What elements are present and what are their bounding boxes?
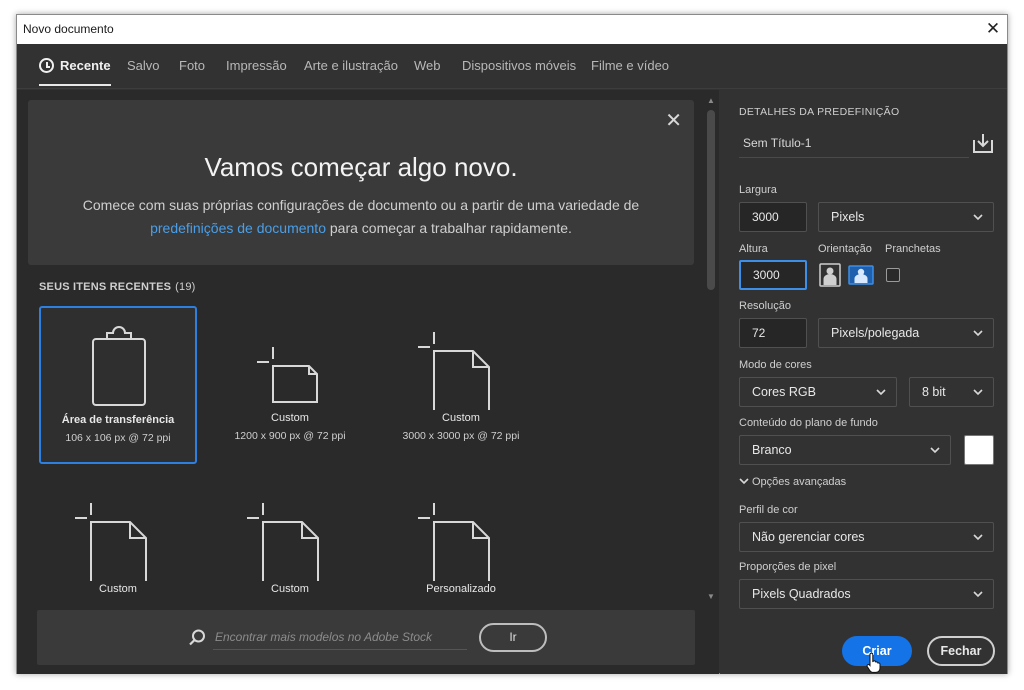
orientation-label: Orientação — [818, 243, 872, 255]
document-icon — [247, 503, 319, 581]
color-profile-select[interactable]: Não gerenciar cores — [739, 522, 994, 552]
tab-dispositivos-moveis[interactable]: Dispositivos móveis — [462, 44, 576, 88]
width-label: Largura — [739, 184, 777, 196]
presets-link[interactable]: predefinições de documento — [150, 220, 326, 236]
dismiss-welcome-button[interactable]: ✕ — [665, 108, 682, 133]
resolution-label: Resolução — [739, 300, 791, 312]
chevron-down-icon — [973, 591, 983, 598]
color-profile-label: Perfil de cor — [739, 504, 798, 516]
chevron-down-icon — [973, 330, 983, 337]
preset-tabs: Recente Salvo Foto Impressão Arte e ilus… — [17, 44, 1007, 89]
portrait-orientation-icon[interactable] — [819, 263, 841, 287]
artboards-label: Pranchetas — [885, 243, 941, 255]
recent-item-clipboard[interactable]: Área de transferência 106 x 106 px @ 72 … — [39, 306, 197, 464]
tab-arte-e-ilustracao[interactable]: Arte e ilustração — [304, 44, 398, 88]
chevron-down-icon — [739, 478, 749, 485]
preset-details-panel: DETALHES DA PREDEFINIÇÃO Sem Título-1 La… — [720, 90, 1007, 674]
recent-items-heading: SEUS ITENS RECENTES (19) — [39, 281, 196, 293]
search-icon — [189, 629, 205, 646]
recent-count: (19) — [175, 281, 196, 293]
stock-search-input[interactable] — [213, 624, 467, 650]
background-value: Branco — [752, 443, 792, 457]
chevron-down-icon — [973, 214, 983, 221]
scroll-down-icon[interactable]: ▼ — [706, 592, 716, 602]
item-dims: 106 x 106 px @ 72 ppi — [65, 432, 171, 444]
clock-icon — [39, 58, 54, 73]
welcome-text: Comece com suas próprias configurações d… — [68, 194, 654, 240]
tab-label: Recente — [60, 58, 111, 73]
document-icon — [75, 503, 147, 581]
bit-depth-select[interactable]: 8 bit — [909, 377, 994, 407]
color-mode-value: Cores RGB — [752, 385, 816, 399]
pixel-aspect-label: Proporções de pixel — [739, 561, 837, 573]
recent-item-custom[interactable]: Custom 3000 x 3000 px @ 72 ppi — [382, 306, 540, 464]
resolution-unit-value: Pixels/polegada — [831, 326, 920, 340]
close-button[interactable]: Fechar — [927, 636, 995, 666]
welcome-banner: ✕ Vamos começar algo novo. Comece com su… — [28, 100, 694, 265]
color-profile-value: Não gerenciar cores — [752, 530, 865, 544]
background-select[interactable]: Branco — [739, 435, 951, 465]
chevron-down-icon — [876, 389, 886, 396]
color-mode-label: Modo de cores — [739, 359, 812, 371]
color-mode-select[interactable]: Cores RGB — [739, 377, 897, 407]
pixel-aspect-select[interactable]: Pixels Quadrados — [739, 579, 994, 609]
tab-salvo[interactable]: Salvo — [127, 44, 160, 88]
document-landscape-icon — [257, 347, 318, 403]
item-name: Custom — [442, 412, 480, 424]
chevron-down-icon — [930, 447, 940, 454]
hand-cursor-icon — [866, 653, 881, 673]
window-close-button[interactable]: ✕ — [981, 15, 1005, 43]
recent-panel: ✕ Vamos começar algo novo. Comece com su… — [17, 90, 719, 674]
recent-item-custom[interactable]: Custom 1200 x 900 px @ 72 ppi — [211, 306, 369, 464]
item-name: Custom — [271, 583, 309, 595]
welcome-text-before: Comece com suas próprias configurações d… — [82, 197, 640, 213]
document-icon — [418, 332, 490, 410]
title-bar: Novo documento ✕ — [17, 15, 1007, 44]
chevron-down-icon — [973, 389, 983, 396]
item-name: Personalizado — [426, 583, 496, 595]
width-unit-select[interactable]: Pixels — [818, 202, 994, 232]
item-name: Custom — [99, 583, 137, 595]
item-dims: 1200 x 900 px @ 72 ppi — [234, 430, 346, 442]
width-unit-value: Pixels — [831, 210, 865, 224]
tab-impressao[interactable]: Impressão — [226, 44, 287, 88]
background-color-swatch[interactable] — [964, 435, 994, 465]
tab-web[interactable]: Web — [414, 44, 441, 88]
preset-details-heading: DETALHES DA PREDEFINIÇÃO — [739, 106, 900, 118]
document-name-field[interactable]: Sem Título-1 — [739, 128, 969, 158]
advanced-options-label: Opções avançadas — [752, 476, 847, 488]
recent-heading-label: SEUS ITENS RECENTES — [39, 281, 172, 293]
document-icon — [418, 503, 490, 581]
item-dims: 3000 x 3000 px @ 72 ppi — [402, 430, 520, 442]
tab-recente[interactable]: Recente — [39, 44, 111, 88]
clipboard-icon — [92, 326, 146, 406]
landscape-orientation-icon[interactable] — [848, 263, 874, 287]
tab-foto[interactable]: Foto — [179, 44, 205, 88]
scrollbar-thumb[interactable] — [707, 110, 715, 290]
item-name: Custom — [271, 412, 309, 424]
background-label: Conteúdo do plano de fundo — [739, 417, 878, 429]
new-document-dialog: Novo documento ✕ Recente Salvo Foto Impr… — [16, 14, 1008, 674]
save-preset-icon[interactable] — [972, 132, 994, 154]
resolution-unit-select[interactable]: Pixels/polegada — [818, 318, 994, 348]
stock-search-bar: Ir — [37, 610, 695, 665]
height-label: Altura — [739, 243, 768, 255]
scroll-up-icon[interactable]: ▲ — [706, 96, 716, 106]
artboards-checkbox[interactable] — [886, 268, 900, 282]
width-input[interactable]: 3000 — [739, 202, 807, 232]
recent-scrollbar[interactable]: ▲ ▼ — [704, 94, 718, 604]
tab-filme-e-video[interactable]: Filme e vídeo — [591, 44, 669, 88]
welcome-heading: Vamos começar algo novo. — [204, 152, 518, 182]
welcome-text-after: para começar a trabalhar rapidamente. — [325, 220, 572, 236]
pixel-aspect-value: Pixels Quadrados — [752, 587, 851, 601]
height-input[interactable]: 3000 — [739, 260, 807, 290]
advanced-options-toggle[interactable]: Opções avançadas — [739, 476, 846, 488]
window-title: Novo documento — [23, 22, 114, 36]
go-button[interactable]: Ir — [479, 623, 547, 652]
chevron-down-icon — [973, 534, 983, 541]
bit-depth-value: 8 bit — [922, 385, 946, 399]
resolution-input[interactable]: 72 — [739, 318, 807, 348]
item-name: Área de transferência — [61, 414, 175, 426]
